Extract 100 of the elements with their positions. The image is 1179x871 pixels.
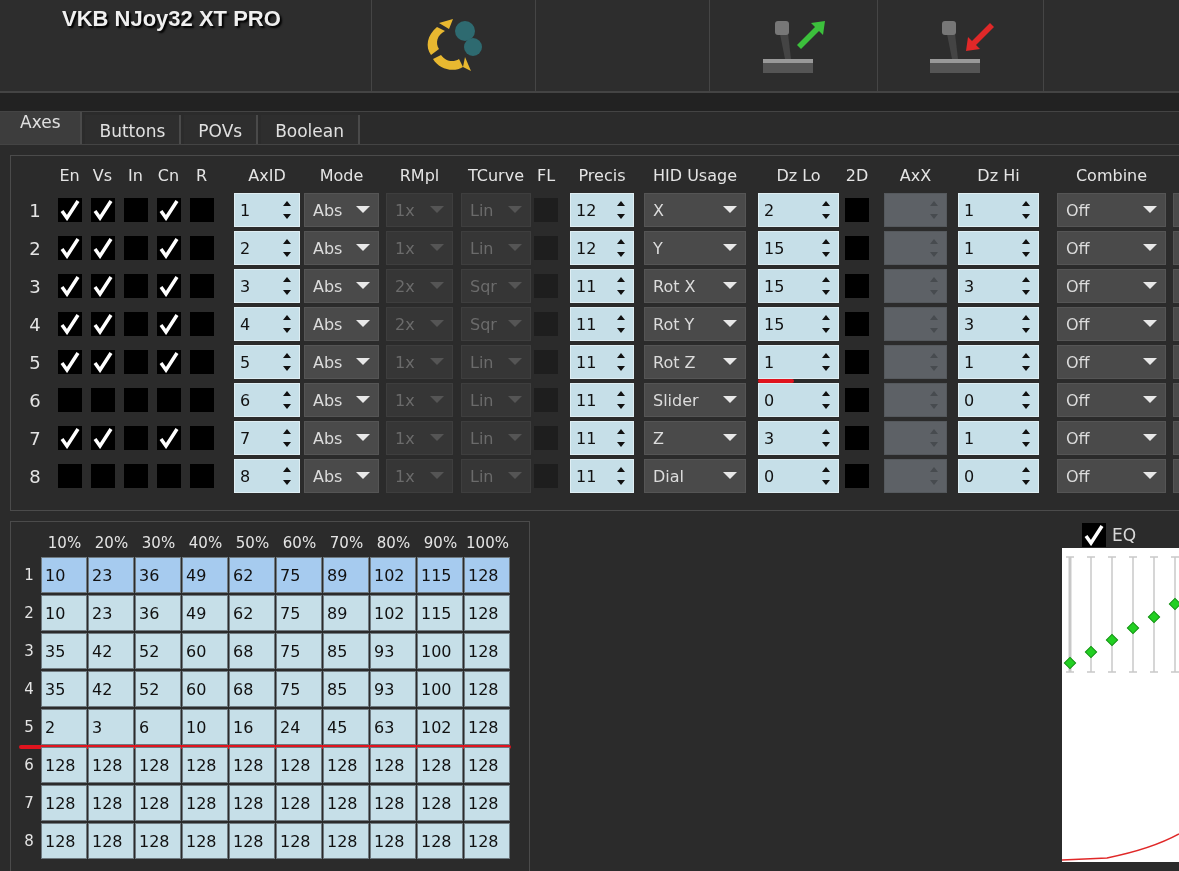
curve-value-cell[interactable]: 75 <box>276 595 322 631</box>
spin-arrows-icon[interactable] <box>615 351 627 373</box>
spin-arrows-icon[interactable] <box>820 465 832 487</box>
curve-value-cell[interactable]: 128 <box>464 595 510 631</box>
curve-value-cell[interactable]: 23 <box>88 595 134 631</box>
curve-value-cell[interactable]: 75 <box>276 557 322 593</box>
curve-value-cell[interactable]: 93 <box>370 671 416 707</box>
curve-value-cell[interactable]: 128 <box>464 823 510 859</box>
curve-value-cell[interactable]: 10 <box>182 709 228 745</box>
checkbox[interactable] <box>189 274 214 298</box>
curve-value-cell[interactable]: 128 <box>229 785 275 821</box>
precision-spinbox[interactable]: 12 <box>570 231 634 265</box>
spin-arrows-icon[interactable] <box>820 275 832 297</box>
curve-value-cell[interactable]: 128 <box>464 557 510 593</box>
checkbox[interactable] <box>845 426 869 450</box>
axis-id-spinbox[interactable]: 2 <box>234 231 300 265</box>
checkbox[interactable] <box>90 312 115 336</box>
curve-value-cell[interactable]: 128 <box>88 823 134 859</box>
mode-dropdown[interactable]: Abs <box>304 345 379 379</box>
checkbox[interactable] <box>123 236 148 260</box>
checkbox[interactable] <box>123 350 148 374</box>
checkbox[interactable] <box>57 312 82 336</box>
spin-arrows-icon[interactable] <box>1020 237 1032 259</box>
spin-arrows-icon[interactable] <box>820 199 832 221</box>
hid-usage-dropdown[interactable]: Y <box>644 231 746 265</box>
checkbox[interactable] <box>123 426 148 450</box>
checkbox[interactable] <box>57 198 82 222</box>
curve-value-cell[interactable]: 68 <box>229 633 275 669</box>
checkbox[interactable] <box>189 464 214 488</box>
curve-value-cell[interactable]: 36 <box>135 557 181 593</box>
checkbox[interactable] <box>123 274 148 298</box>
curve-value-cell[interactable]: 68 <box>229 671 275 707</box>
checkbox[interactable] <box>57 274 82 298</box>
curve-value-cell[interactable]: 128 <box>417 823 463 859</box>
deadzone-low-spinbox[interactable]: 2 <box>758 193 839 227</box>
curve-value-cell[interactable]: 102 <box>370 557 416 593</box>
curve-value-cell[interactable]: 35 <box>41 633 87 669</box>
curve-value-cell[interactable]: 35 <box>41 671 87 707</box>
curve-value-cell[interactable]: 2 <box>41 709 87 745</box>
checkbox[interactable] <box>1082 522 1106 547</box>
curve-value-cell[interactable]: 128 <box>135 747 181 783</box>
spin-arrows-icon[interactable] <box>281 427 293 449</box>
checkbox[interactable] <box>90 198 115 222</box>
curve-value-cell[interactable]: 85 <box>323 671 369 707</box>
curve-value-cell[interactable]: 128 <box>370 747 416 783</box>
checkbox[interactable] <box>156 312 181 336</box>
curve-value-cell[interactable]: 52 <box>135 671 181 707</box>
axis-id-spinbox[interactable]: 5 <box>234 345 300 379</box>
mode-dropdown[interactable]: Abs <box>304 307 379 341</box>
spin-arrows-icon[interactable] <box>281 389 293 411</box>
checkbox[interactable] <box>845 388 869 412</box>
spin-arrows-icon[interactable] <box>820 389 832 411</box>
checkbox[interactable] <box>156 350 181 374</box>
combine-dropdown[interactable]: Off <box>1057 307 1166 341</box>
checkbox[interactable] <box>189 198 214 222</box>
deadzone-high-spinbox[interactable]: 1 <box>958 345 1039 379</box>
curve-value-cell[interactable]: 128 <box>41 747 87 783</box>
precision-spinbox[interactable]: 12 <box>570 193 634 227</box>
hid-usage-dropdown[interactable]: X <box>644 193 746 227</box>
checkbox[interactable] <box>189 312 214 336</box>
curve-value-cell[interactable]: 128 <box>276 747 322 783</box>
curve-value-cell[interactable]: 128 <box>464 671 510 707</box>
curve-value-cell[interactable]: 89 <box>323 557 369 593</box>
curve-value-cell[interactable]: 102 <box>417 709 463 745</box>
curve-value-cell[interactable]: 6 <box>135 709 181 745</box>
checkbox[interactable] <box>57 426 82 450</box>
axis-x-spinbox[interactable] <box>884 193 947 227</box>
curve-value-cell[interactable]: 128 <box>41 823 87 859</box>
deadzone-high-spinbox[interactable]: 1 <box>958 421 1039 455</box>
spin-arrows-icon[interactable] <box>820 351 832 373</box>
precision-spinbox[interactable]: 11 <box>570 307 634 341</box>
hid-usage-dropdown[interactable]: Rot Z <box>644 345 746 379</box>
checkbox[interactable] <box>189 350 214 374</box>
checkbox[interactable] <box>123 198 148 222</box>
axis-x-spinbox[interactable] <box>884 345 947 379</box>
deadzone-high-spinbox[interactable]: 3 <box>958 307 1039 341</box>
axis-id-spinbox[interactable]: 7 <box>234 421 300 455</box>
combine-dropdown[interactable]: Off <box>1057 193 1166 227</box>
curve-value-cell[interactable]: 128 <box>417 785 463 821</box>
curve-value-cell[interactable]: 75 <box>276 671 322 707</box>
axis-x-spinbox[interactable] <box>884 269 947 303</box>
tab[interactable]: Axes <box>0 112 83 144</box>
deadzone-high-spinbox[interactable]: 1 <box>958 193 1039 227</box>
curve-value-cell[interactable]: 60 <box>182 671 228 707</box>
precision-spinbox[interactable]: 11 <box>570 421 634 455</box>
curve-value-cell[interactable]: 63 <box>370 709 416 745</box>
curve-value-cell[interactable]: 45 <box>323 709 369 745</box>
checkbox[interactable] <box>90 464 115 488</box>
curve-value-cell[interactable]: 100 <box>417 633 463 669</box>
spin-arrows-icon[interactable] <box>1020 199 1032 221</box>
curve-value-cell[interactable]: 128 <box>182 785 228 821</box>
checkbox[interactable] <box>156 236 181 260</box>
curve-value-cell[interactable]: 3 <box>88 709 134 745</box>
hid-usage-dropdown[interactable]: Dial <box>644 459 746 493</box>
precision-spinbox[interactable]: 11 <box>570 383 634 417</box>
spin-arrows-icon[interactable] <box>615 427 627 449</box>
deadzone-high-spinbox[interactable]: 0 <box>958 459 1039 493</box>
curve-value-cell[interactable]: 115 <box>417 557 463 593</box>
checkbox[interactable] <box>156 426 181 450</box>
checkbox[interactable] <box>90 388 115 412</box>
